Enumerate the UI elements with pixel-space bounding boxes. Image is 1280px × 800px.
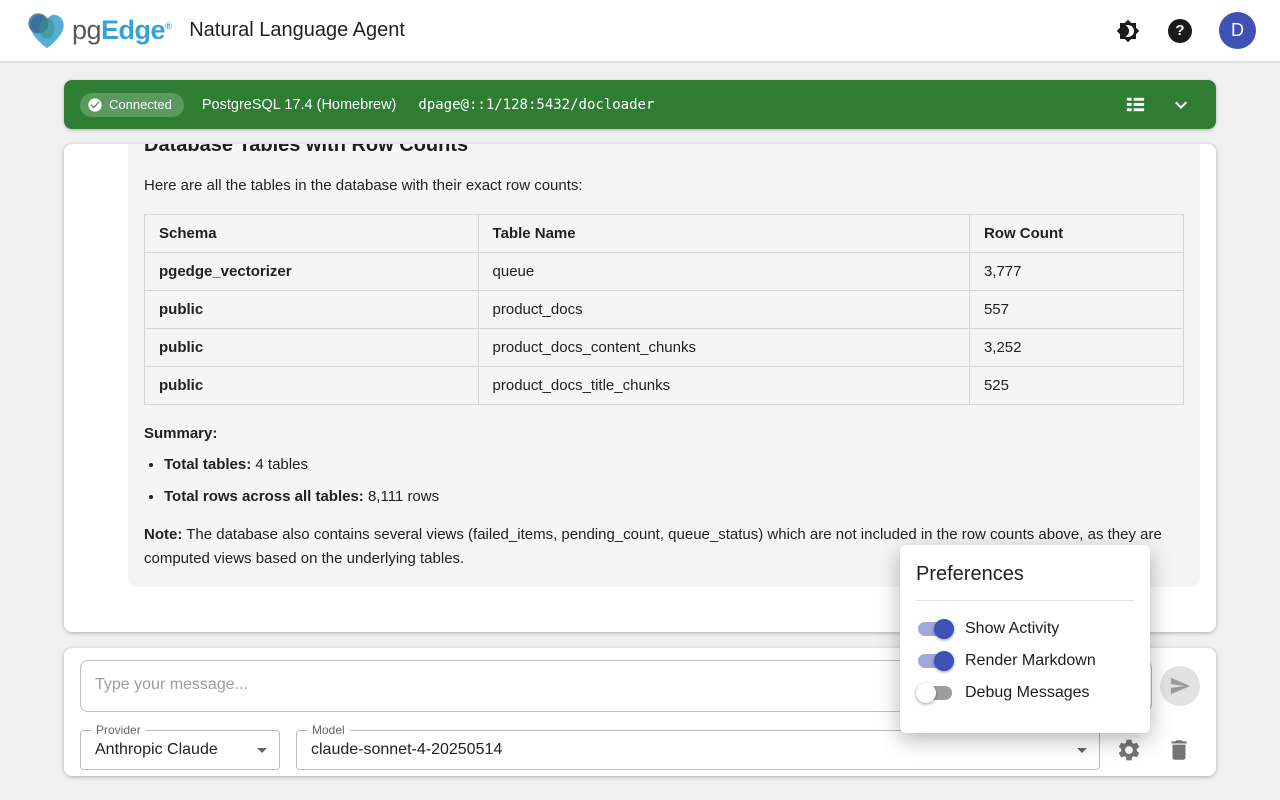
list-item: Total tables: 4 tables xyxy=(164,454,1184,476)
toggle-switch[interactable] xyxy=(918,622,952,636)
gear-icon xyxy=(1116,737,1142,763)
connection-string: dpage@::1/128:5432/docloader xyxy=(418,97,654,113)
settings-button[interactable] xyxy=(1110,731,1148,769)
toggle-switch[interactable] xyxy=(918,686,952,700)
switch-thumb xyxy=(934,651,954,671)
theme-toggle-button[interactable] xyxy=(1115,18,1141,44)
toggle-switch[interactable] xyxy=(918,654,952,668)
toggle-debug-messages[interactable]: Debug Messages xyxy=(916,681,1134,705)
toggle-show-activity[interactable]: Show Activity xyxy=(916,617,1134,641)
server-version-label: PostgreSQL 17.4 (Homebrew) xyxy=(202,97,397,113)
list-icon xyxy=(1124,93,1147,116)
table-header-row: Schema Table Name Row Count xyxy=(145,214,1184,252)
connection-details-button[interactable] xyxy=(1122,92,1148,118)
pgedge-logo-icon xyxy=(24,8,70,54)
model-value: claude-sonnet-4-20250514 xyxy=(297,741,502,759)
chevron-down-icon xyxy=(1169,93,1193,117)
summary-list: Total tables: 4 tables Total rows across… xyxy=(164,454,1184,508)
divider xyxy=(916,600,1134,601)
list-item: Total rows across all tables: 8,111 rows xyxy=(164,486,1184,508)
dropdown-arrow-icon xyxy=(257,748,267,753)
summary-heading: Summary: xyxy=(144,425,1184,442)
help-button[interactable]: ? xyxy=(1167,18,1193,44)
send-button[interactable] xyxy=(1160,666,1200,706)
toggle-label: Show Activity xyxy=(965,620,1059,638)
toggle-label: Debug Messages xyxy=(965,684,1090,702)
help-icon: ? xyxy=(1168,19,1192,43)
connection-status-badge: Connected xyxy=(80,93,184,117)
connection-status-label: Connected xyxy=(109,97,172,112)
page-title: Natural Language Agent xyxy=(189,19,405,42)
clear-chat-button[interactable] xyxy=(1160,731,1198,769)
app-header: pgEdge® Natural Language Agent ? D xyxy=(0,0,1280,62)
table-row: pgedge_vectorizer queue 3,777 xyxy=(145,252,1184,290)
model-label: Model xyxy=(307,723,350,737)
provider-value: Anthropic Claude xyxy=(81,741,218,759)
table-row: public product_docs_title_chunks 525 xyxy=(145,366,1184,404)
provider-label: Provider xyxy=(91,723,146,737)
table-row: public product_docs_content_chunks 3,252 xyxy=(145,328,1184,366)
user-avatar[interactable]: D xyxy=(1219,12,1256,49)
pgedge-logo: pgEdge® xyxy=(24,8,171,54)
dark-mode-icon xyxy=(1116,19,1140,43)
assistant-message: Database Tables with Row Counts Here are… xyxy=(128,144,1200,587)
column-header-table-name: Table Name xyxy=(478,214,969,252)
preferences-popup: Preferences Show Activity Render Markdow… xyxy=(900,545,1150,733)
provider-select[interactable]: Provider Anthropic Claude xyxy=(80,730,280,770)
connection-bar: Connected PostgreSQL 17.4 (Homebrew) dpa… xyxy=(64,80,1216,129)
connection-collapse-button[interactable] xyxy=(1168,92,1194,118)
switch-thumb xyxy=(916,683,936,703)
preferences-title: Preferences xyxy=(916,563,1134,586)
send-icon xyxy=(1169,675,1191,697)
check-circle-icon xyxy=(87,97,103,113)
dropdown-arrow-icon xyxy=(1077,748,1087,753)
row-counts-table: Schema Table Name Row Count pgedge_vecto… xyxy=(144,214,1184,405)
table-row: public product_docs 557 xyxy=(145,290,1184,328)
trash-icon xyxy=(1166,737,1192,763)
toggle-label: Render Markdown xyxy=(965,652,1096,670)
toggle-render-markdown[interactable]: Render Markdown xyxy=(916,649,1134,673)
column-header-schema: Schema xyxy=(145,214,479,252)
message-heading: Database Tables with Row Counts xyxy=(144,144,1184,157)
pgedge-logo-text: pgEdge® xyxy=(72,15,171,46)
switch-thumb xyxy=(934,619,954,639)
model-select[interactable]: Model claude-sonnet-4-20250514 xyxy=(296,730,1100,770)
column-header-row-count: Row Count xyxy=(969,214,1183,252)
message-intro: Here are all the tables in the database … xyxy=(144,175,1184,197)
